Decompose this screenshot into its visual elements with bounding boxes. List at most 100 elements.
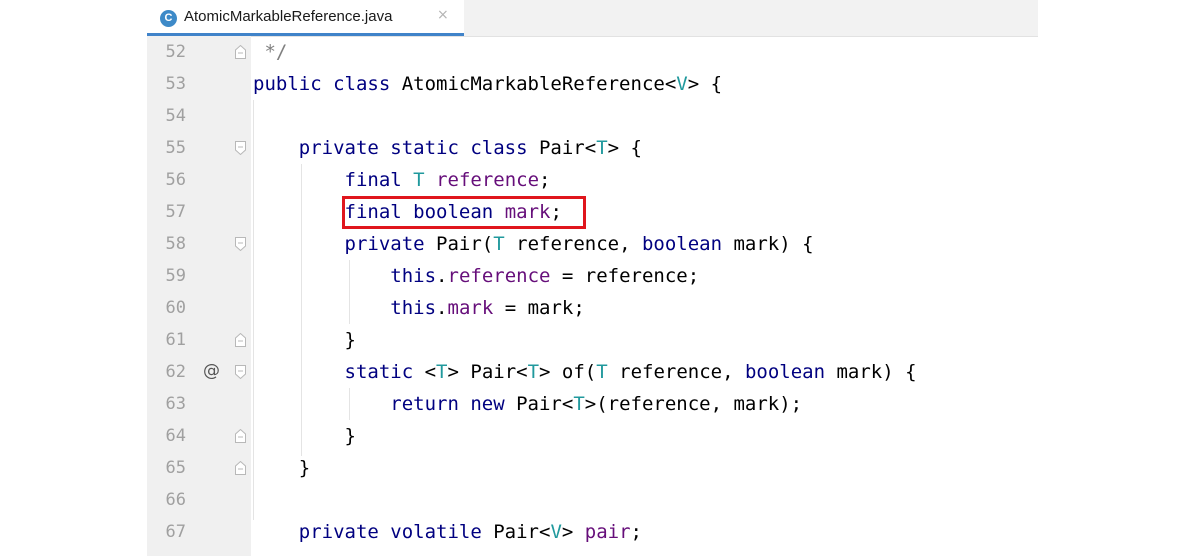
code-text: private Pair(T reference, boolean mark) … xyxy=(253,233,814,255)
code-token: mark) { xyxy=(825,361,917,383)
code-line[interactable]: 62 @ static <T> Pair<T> of(T reference, b… xyxy=(147,356,1038,388)
code-line[interactable]: 61 } xyxy=(147,324,1038,356)
code-token: boolean xyxy=(641,233,723,255)
code-token: > { xyxy=(607,137,642,159)
code-token: private xyxy=(344,233,425,255)
line-number: 59 xyxy=(165,266,186,286)
code-token: . xyxy=(436,265,448,287)
code-line[interactable]: 66 xyxy=(147,484,1038,516)
code-token: this xyxy=(390,265,437,287)
line-number: 57 xyxy=(165,202,186,222)
code-line[interactable]: 58 private Pair(T reference, boolean mar… xyxy=(147,228,1038,260)
file-tab[interactable]: C AtomicMarkableReference.java × xyxy=(147,0,464,36)
code-token: reference xyxy=(436,169,540,191)
code-token: Pair< xyxy=(481,521,551,543)
code-token: static xyxy=(344,361,414,383)
code-text: */ xyxy=(253,41,287,63)
code-token: < xyxy=(413,361,437,383)
line-number: 64 xyxy=(165,426,186,446)
fold-end-icon[interactable] xyxy=(235,333,246,347)
line-number: 56 xyxy=(165,170,186,190)
fold-end-icon[interactable] xyxy=(235,461,246,475)
code-token: reference xyxy=(447,265,551,287)
line-number: 53 xyxy=(165,74,186,94)
code-token: public class xyxy=(253,73,391,95)
code-token: T xyxy=(527,361,540,383)
code-token: mark xyxy=(447,297,494,319)
java-class-icon: C xyxy=(160,10,177,27)
override-marker-icon[interactable]: @ xyxy=(203,361,220,381)
line-number: 67 xyxy=(165,522,186,542)
code-text: static <T> Pair<T> of(T reference, boole… xyxy=(253,361,917,383)
code-token: ; xyxy=(539,169,551,191)
code-text: } xyxy=(253,425,356,447)
code-line[interactable]: 57 final boolean mark; xyxy=(147,196,1038,228)
code-token: } xyxy=(344,329,356,351)
code-token: = mark; xyxy=(493,297,585,319)
close-icon[interactable]: × xyxy=(437,7,449,23)
code-text: final T reference; xyxy=(253,169,551,191)
code-text: } xyxy=(253,457,310,479)
line-number: 61 xyxy=(165,330,186,350)
code-token: ; xyxy=(630,521,642,543)
code-line[interactable]: 65 } xyxy=(147,452,1038,484)
code-token: reference, xyxy=(607,361,745,383)
code-line[interactable]: 56 final T reference; xyxy=(147,164,1038,196)
code-token: this xyxy=(390,297,437,319)
code-token: mark) { xyxy=(722,233,814,255)
code-token: T xyxy=(413,169,425,191)
code-line[interactable]: 55 private static class Pair<T> { xyxy=(147,132,1038,164)
code-line[interactable]: 63 return new Pair<T>(reference, mark); xyxy=(147,388,1038,420)
line-number: 58 xyxy=(165,234,186,254)
code-line[interactable]: 54 xyxy=(147,100,1038,132)
code-token: = reference; xyxy=(550,265,700,287)
line-number: 55 xyxy=(165,138,186,158)
code-token: > { xyxy=(687,73,723,95)
code-token: T xyxy=(596,137,608,159)
fold-end-icon[interactable] xyxy=(235,45,246,59)
code-token: > xyxy=(561,521,585,543)
code-token: Pair( xyxy=(424,233,494,255)
line-number: 66 xyxy=(165,490,186,510)
line-number: 65 xyxy=(165,458,186,478)
code-token: T xyxy=(573,393,585,415)
code-token: V xyxy=(676,73,688,95)
code-text: this.mark = mark; xyxy=(253,297,585,319)
code-line[interactable]: 59 this.reference = reference; xyxy=(147,260,1038,292)
code-token: final xyxy=(344,169,402,191)
code-token: >(reference, mark); xyxy=(584,393,803,415)
highlight-box xyxy=(342,196,586,229)
code-text: private static class Pair<T> { xyxy=(253,137,642,159)
file-tab-label: AtomicMarkableReference.java xyxy=(184,8,393,25)
code-line[interactable]: 64 } xyxy=(147,420,1038,452)
code-line[interactable]: 67 private volatile Pair<V> pair; xyxy=(147,516,1038,548)
code-token: private volatile xyxy=(298,521,482,543)
code-token: private static class xyxy=(298,137,528,159)
line-number: 62 xyxy=(165,362,186,382)
fold-start-icon[interactable] xyxy=(235,141,246,155)
fold-start-icon[interactable] xyxy=(235,237,246,251)
code-editor[interactable]: C AtomicMarkableReference.java × 52 */53… xyxy=(147,0,1038,556)
fold-start-icon[interactable] xyxy=(235,365,246,379)
code-token: reference, xyxy=(504,233,642,255)
line-number: 52 xyxy=(165,42,186,62)
fold-end-icon[interactable] xyxy=(235,429,246,443)
code-line[interactable]: 53 public class AtomicMarkableReference<V… xyxy=(147,68,1038,100)
code-token: T xyxy=(436,361,448,383)
code-line[interactable]: 52 */ xyxy=(147,36,1038,68)
line-number: 60 xyxy=(165,298,186,318)
code-token: > of( xyxy=(539,361,597,383)
code-token: T xyxy=(596,361,608,383)
code-text: this.reference = reference; xyxy=(253,265,699,287)
code-token: Pair< xyxy=(527,137,597,159)
code-area[interactable]: 52 */ 53 public class AtomicMarkableRefere… xyxy=(147,36,1038,556)
code-token: V xyxy=(550,521,562,543)
code-token: boolean xyxy=(744,361,826,383)
code-token: T xyxy=(493,233,505,255)
code-text: public class AtomicMarkableReference<V> … xyxy=(253,73,722,95)
code-line[interactable]: 60 this.mark = mark; xyxy=(147,292,1038,324)
code-token: > Pair< xyxy=(447,361,528,383)
code-token: } xyxy=(344,425,356,447)
